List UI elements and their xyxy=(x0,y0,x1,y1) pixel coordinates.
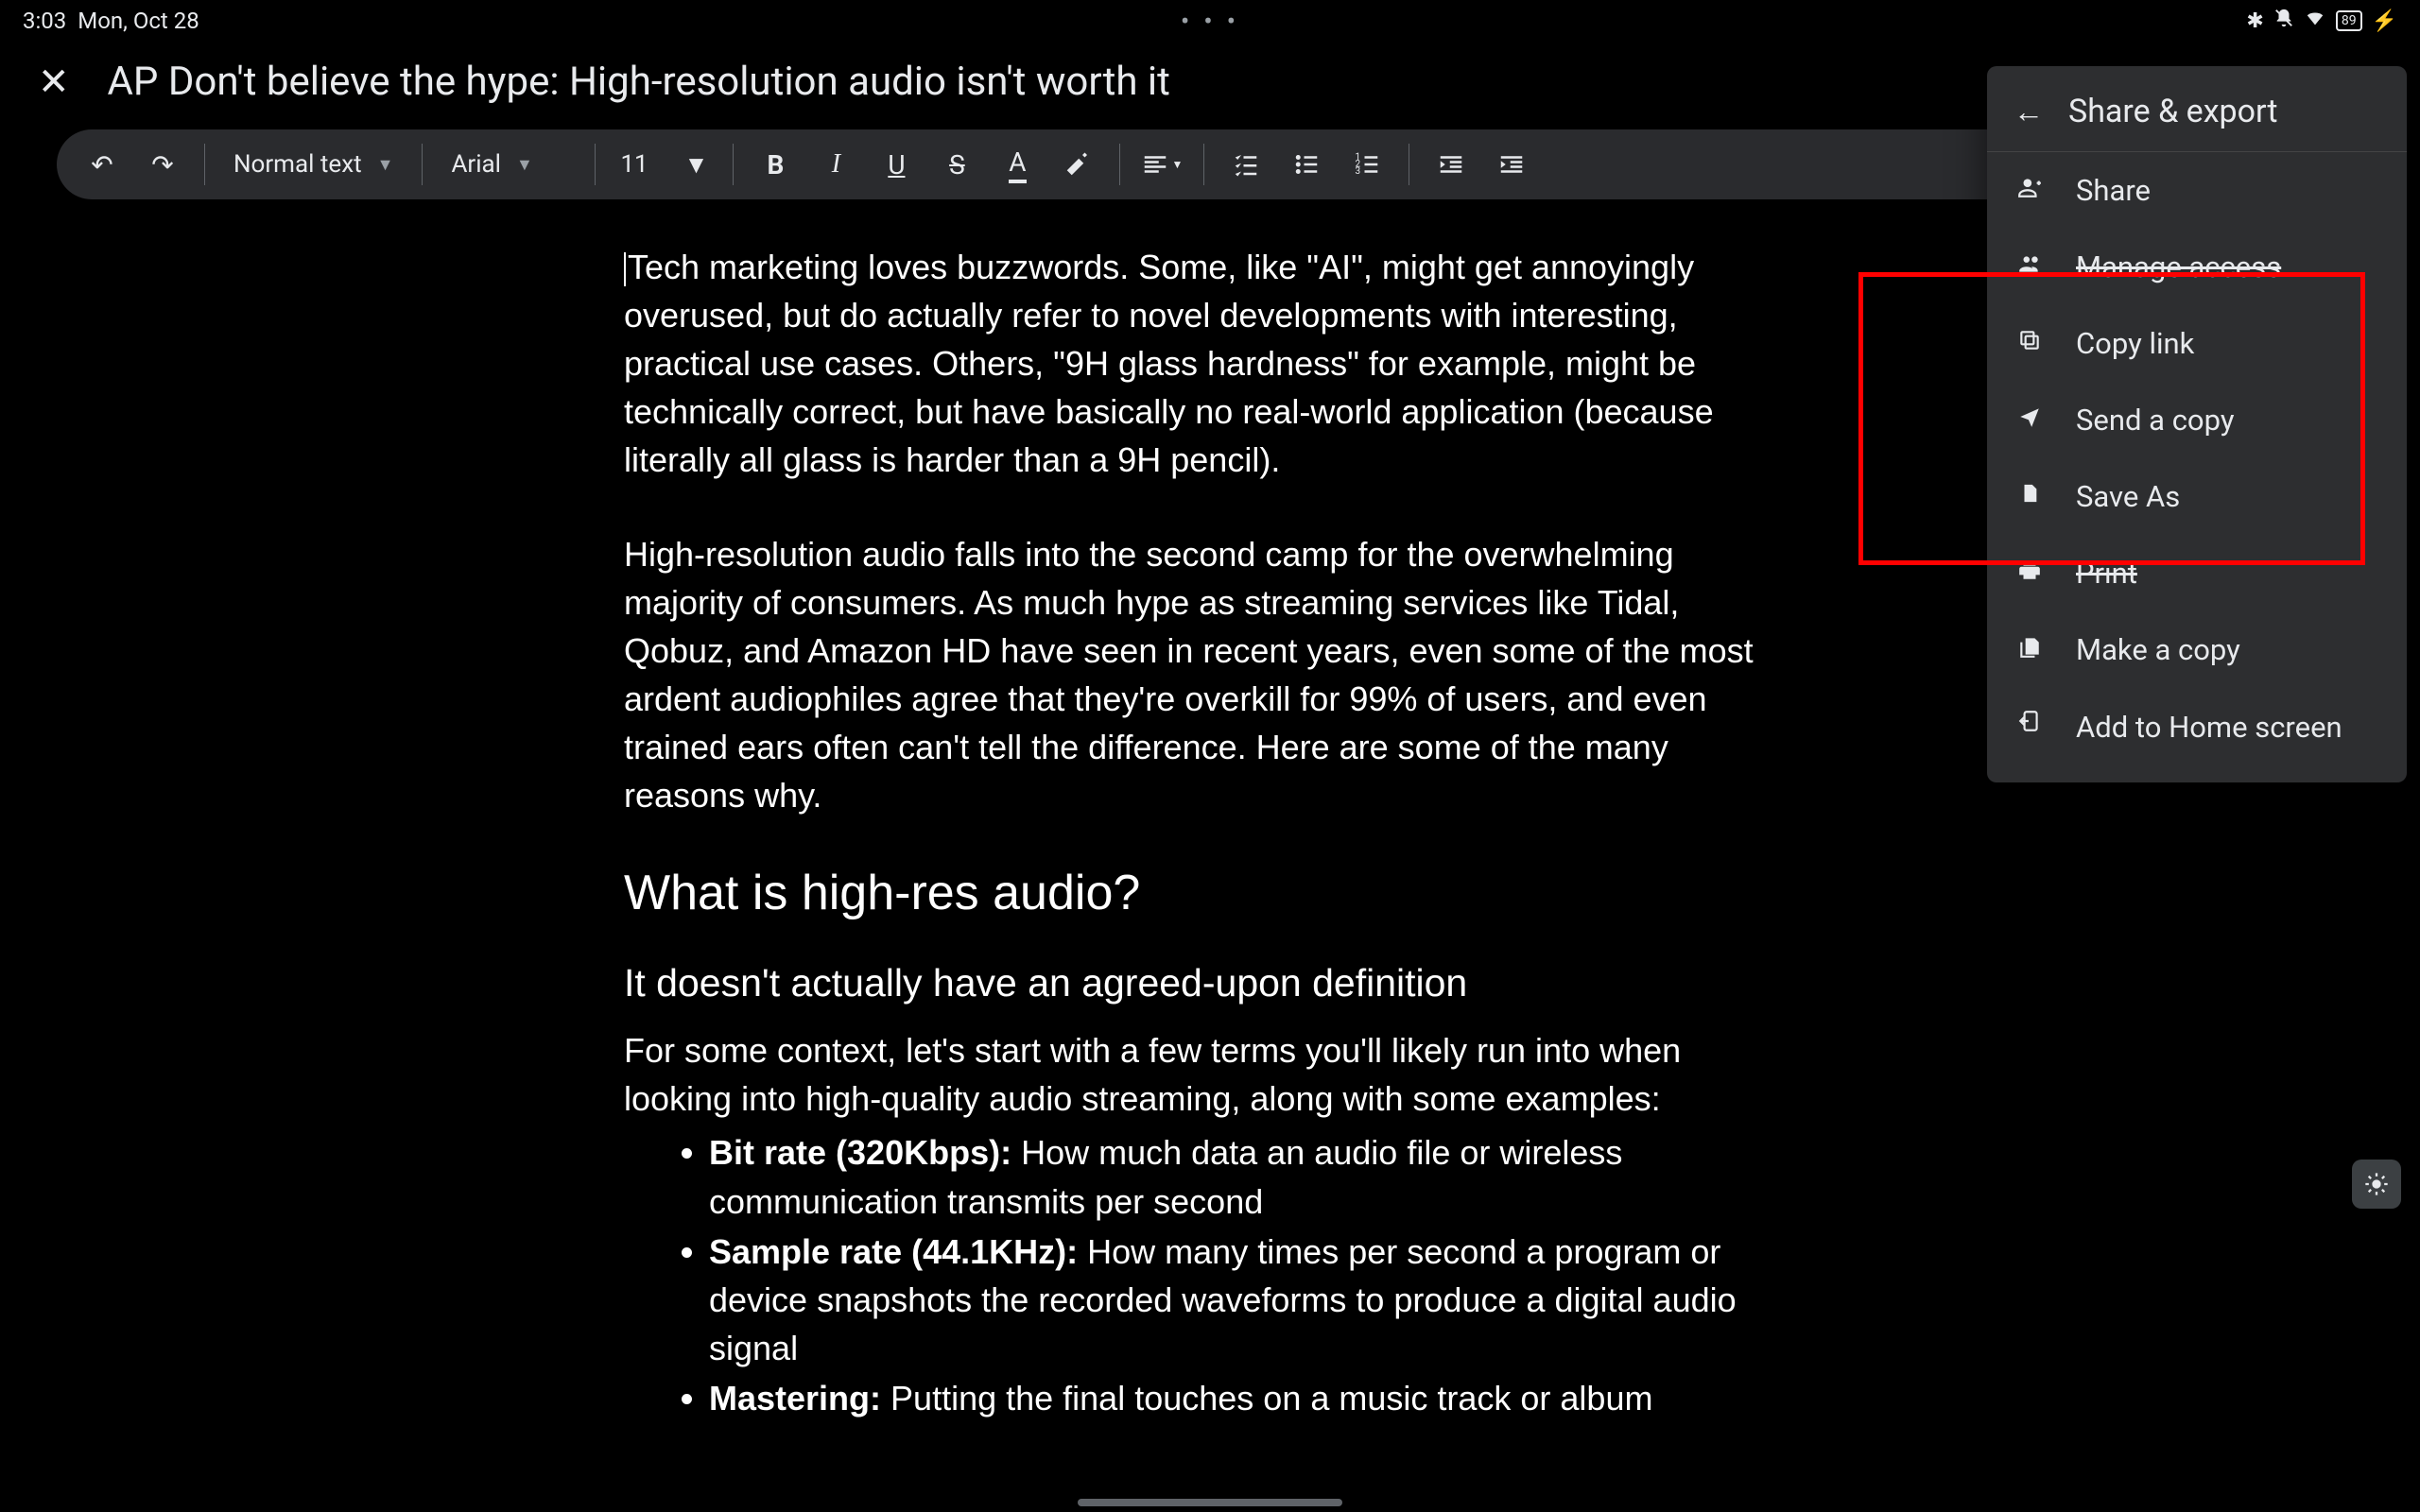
print-item[interactable]: Print xyxy=(1987,535,2407,611)
strikethrough-button[interactable]: S xyxy=(930,138,983,191)
document-title[interactable]: AP Don't believe the hype: High-resoluti… xyxy=(108,59,1170,105)
font-size-select[interactable]: 11▼ xyxy=(611,150,717,180)
send-copy-item[interactable]: Send a copy xyxy=(1987,382,2407,458)
bulleted-list-button[interactable] xyxy=(1280,138,1333,191)
outdent-button[interactable] xyxy=(1425,138,1478,191)
print-icon xyxy=(2015,558,2044,589)
checklist-button[interactable] xyxy=(1219,138,1272,191)
chevron-down-icon: ▼ xyxy=(377,155,394,175)
save-as-item[interactable]: Save As xyxy=(1987,458,2407,535)
heading-3[interactable]: It doesn't actually have an agreed-upon … xyxy=(624,961,1796,1005)
add-to-home-icon xyxy=(2015,709,2044,740)
close-button[interactable]: ✕ xyxy=(38,60,70,104)
copy-icon xyxy=(2015,328,2044,359)
copy-link-item[interactable]: Copy link xyxy=(1987,305,2407,382)
wifi-icon xyxy=(2304,8,2326,34)
separator xyxy=(1119,144,1120,185)
bulleted-list[interactable]: Bit rate (320Kbps): How much data an aud… xyxy=(624,1128,1796,1422)
separator xyxy=(204,144,205,185)
chevron-down-icon: ▼ xyxy=(516,155,533,175)
svg-text:3: 3 xyxy=(1356,166,1361,177)
undo-button[interactable]: ↶ xyxy=(76,138,129,191)
list-item[interactable]: Mastering: Putting the final touches on … xyxy=(709,1374,1796,1422)
bluetooth-icon: ✱ xyxy=(2246,9,2263,33)
align-button[interactable]: ▼ xyxy=(1135,138,1188,191)
paragraph-style-select[interactable]: Normal text▼ xyxy=(220,150,406,179)
share-export-panel: ← Share & export Share Manage access Cop… xyxy=(1987,66,2407,782)
redo-button[interactable]: ↷ xyxy=(136,138,189,191)
paragraph[interactable]: High-resolution audio falls into the sec… xyxy=(624,530,1796,820)
list-item[interactable]: Bit rate (320Kbps): How much data an aud… xyxy=(709,1128,1796,1225)
separator xyxy=(733,144,734,185)
manage-access-item[interactable]: Manage access xyxy=(1987,229,2407,305)
file-icon xyxy=(2015,481,2044,512)
separator xyxy=(1203,144,1204,185)
bold-button[interactable]: B xyxy=(749,138,802,191)
paragraph[interactable]: For some context, let's start with a few… xyxy=(624,1026,1796,1123)
battery-icon: 89 xyxy=(2336,10,2362,31)
make-copy-item[interactable]: Make a copy xyxy=(1987,611,2407,688)
indent-button[interactable] xyxy=(1485,138,1538,191)
duplicate-icon xyxy=(2015,634,2044,665)
brightness-button[interactable] xyxy=(2352,1160,2401,1209)
paragraph[interactable]: Tech marketing loves buzzwords. Some, li… xyxy=(624,243,1796,485)
status-time: 3:03 xyxy=(23,8,66,34)
add-home-item[interactable]: Add to Home screen xyxy=(1987,688,2407,767)
numbered-list-button[interactable]: 123 xyxy=(1340,138,1393,191)
separator xyxy=(422,144,423,185)
charging-icon: ⚡ xyxy=(2372,9,2397,33)
font-family-select[interactable]: Arial▼ xyxy=(438,150,579,179)
dnd-icon xyxy=(2273,8,2294,34)
separator xyxy=(595,144,596,185)
highlight-color-button[interactable] xyxy=(1051,138,1104,191)
nav-bar-pill[interactable] xyxy=(1078,1499,1342,1506)
list-item[interactable]: Sample rate (44.1KHz): How many times pe… xyxy=(709,1228,1796,1372)
underline-button[interactable]: U xyxy=(870,138,923,191)
people-icon xyxy=(2015,251,2044,283)
heading-2[interactable]: What is high-res audio? xyxy=(624,865,1796,921)
share-item[interactable]: Share xyxy=(1987,152,2407,229)
status-bar: 3:03 Mon, Oct 28 • • • ✱ 89 ⚡ xyxy=(0,0,2420,42)
chevron-down-icon: ▼ xyxy=(684,150,709,180)
text-color-button[interactable]: A xyxy=(991,138,1044,191)
send-icon xyxy=(2015,404,2044,436)
italic-button[interactable]: I xyxy=(809,138,862,191)
status-notification-dots[interactable]: • • • xyxy=(1181,6,1239,37)
back-button[interactable]: ← xyxy=(2014,94,2042,129)
person-add-icon xyxy=(2015,175,2044,206)
panel-title: Share & export xyxy=(2068,93,2278,130)
status-date: Mon, Oct 28 xyxy=(78,8,199,34)
